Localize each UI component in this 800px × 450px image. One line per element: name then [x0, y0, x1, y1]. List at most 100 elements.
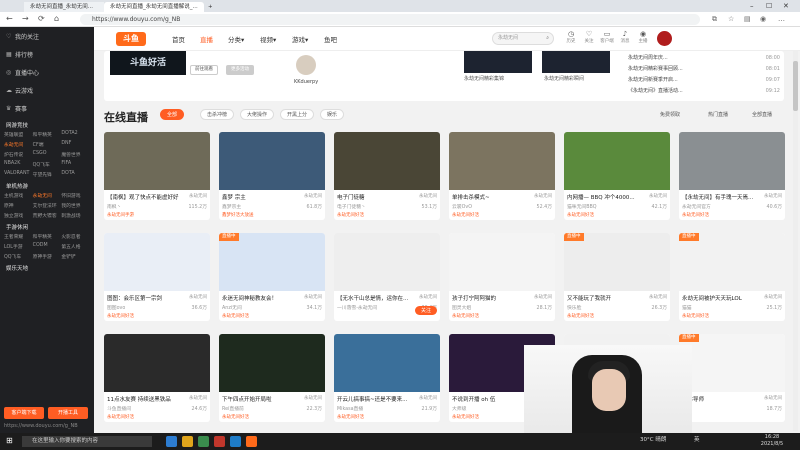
- live-thumbnail[interactable]: [334, 334, 440, 392]
- category-link[interactable]: 和平精英: [33, 233, 62, 240]
- category-link[interactable]: 魔兽世界: [61, 151, 90, 158]
- card-category[interactable]: 永劫无间: [764, 294, 782, 302]
- follow-button[interactable]: 关注: [414, 306, 437, 315]
- card-tag[interactable]: 永劫无间好活: [449, 311, 555, 319]
- live-card[interactable]: 开云儿搞事搞~还是不要来... 永劫无间 Mikasa直播 21.9万 永劫无间好活: [334, 334, 440, 422]
- category-link[interactable]: DNF: [61, 141, 90, 148]
- card-category[interactable]: 永劫无间: [764, 193, 782, 201]
- category-link[interactable]: 炉石传说: [4, 151, 33, 158]
- live-thumbnail[interactable]: [564, 132, 670, 190]
- category-link[interactable]: 刺激战场: [61, 212, 90, 219]
- card-category[interactable]: 永劫无间: [304, 395, 322, 403]
- card-tag[interactable]: 永劫无间好活: [104, 412, 210, 420]
- live-card[interactable]: 直播中三体导师永劫无间三体18.7万: [679, 334, 785, 422]
- category-link[interactable]: 原神手游: [33, 253, 62, 260]
- taskbar-app-icon[interactable]: [198, 436, 209, 447]
- category-link[interactable]: 荒野大镖客: [33, 212, 62, 219]
- category-link[interactable]: 守望先锋: [33, 171, 62, 178]
- live-thumbnail[interactable]: [219, 132, 325, 190]
- category-link[interactable]: 和平精英: [33, 131, 62, 138]
- anchor-name[interactable]: 电子门徒糖丶: [337, 203, 366, 210]
- category-link[interactable]: 火影忍者: [61, 233, 90, 240]
- category-link[interactable]: FIFA: [61, 161, 90, 168]
- douyu-logo[interactable]: 斗鱼: [116, 32, 146, 46]
- anchor-name[interactable]: 快乐脸: [567, 304, 581, 311]
- card-title[interactable]: 图图：会乐区第一宗剑: [107, 294, 162, 302]
- clock[interactable]: 16:28 2021/8/5: [752, 434, 792, 448]
- anchor-name[interactable]: Mikasa直播: [337, 405, 363, 412]
- live-card[interactable]: 直播中 又不能玩了我就开 永劫无间 快乐脸 26.3万 永劫无间好活: [564, 233, 670, 321]
- minimize-icon[interactable]: –: [750, 2, 754, 10]
- card-category[interactable]: 永劫无间: [764, 395, 782, 403]
- card-category[interactable]: 永劫无间: [304, 294, 322, 302]
- live-card[interactable]: 图图：会乐区第一宗剑 永劫无间 图图ovo 36.6万 永劫无间好活: [104, 233, 210, 321]
- windows-start-icon[interactable]: ⊞: [6, 436, 13, 445]
- category-link[interactable]: 原神: [4, 202, 33, 209]
- card-category[interactable]: 永劫无间: [304, 193, 322, 201]
- anchor-name[interactable]: 云裳OvO: [452, 203, 472, 210]
- live-card[interactable]: 下午四点开始开局啦 永劫无间 Rei直播前 22.3万 永劫无间好活: [219, 334, 325, 422]
- back-icon[interactable]: ←: [6, 14, 13, 23]
- live-thumbnail[interactable]: [104, 233, 210, 291]
- taskbar-app-icon[interactable]: [166, 436, 177, 447]
- sidebar-item-rank[interactable]: ▦ 排行榜: [0, 45, 94, 63]
- list-item[interactable]: 永劫无间周年庆... 08:00: [624, 53, 784, 64]
- live-thumbnail[interactable]: [104, 334, 210, 392]
- card-title[interactable]: 单排击杀模式~: [452, 193, 490, 201]
- card-title[interactable]: 永迷无间神秘教友会！: [222, 294, 277, 302]
- sidebar-item-follow[interactable]: ♡ 我的关注: [0, 27, 94, 45]
- card-title[interactable]: 下午四点开始开局啦: [222, 395, 272, 403]
- sidebar-item-esports[interactable]: ♛ 赛事: [0, 99, 94, 117]
- scroll-thumb[interactable]: [793, 61, 798, 111]
- page-scrollbar[interactable]: [793, 51, 798, 431]
- category-link[interactable]: NBA2K: [4, 161, 33, 168]
- collections-icon[interactable]: ▤: [744, 15, 751, 23]
- live-thumbnail[interactable]: 直播中: [219, 233, 325, 291]
- reload-icon[interactable]: ⟳: [38, 14, 45, 23]
- anchor-name[interactable]: 猫咪无间BBQ: [567, 203, 597, 210]
- anchor-name[interactable]: 永劫无间官方: [682, 203, 711, 210]
- card-tag[interactable]: 永劫无间手游: [104, 210, 210, 218]
- live-card[interactable]: 【南枫】观了快点不能虚好好 永劫无间 南枫丶 115.2万 永劫无间手游: [104, 132, 210, 220]
- filter-chip[interactable]: 娱乐: [320, 109, 345, 120]
- list-item[interactable]: 永劫无间新赛季开启... 09:07: [624, 75, 784, 86]
- nav-video[interactable]: 视频▾: [260, 34, 276, 44]
- card-tag[interactable]: 永劫无间好活: [334, 210, 440, 218]
- browser-tab-1[interactable]: 永劫无间直播_永劫无间...: [24, 2, 104, 12]
- nav-live[interactable]: 直播: [200, 34, 213, 44]
- card-title[interactable]: 11点水友赛 持续送黑铁品: [107, 395, 171, 403]
- category-link[interactable]: QQ飞车: [4, 253, 33, 260]
- anchor-name[interactable]: 大师级: [452, 405, 466, 412]
- list-item[interactable]: 《永劫无间》直播活动... 09:12: [624, 86, 784, 97]
- banner-more-button[interactable]: 更多活动: [226, 65, 254, 75]
- nav-game[interactable]: 游戏▾: [292, 34, 308, 44]
- anchor-name[interactable]: 图灵大姐: [452, 304, 471, 311]
- card-tag[interactable]: 鑫梦好活大放送: [219, 210, 325, 218]
- broadcast-tool-button[interactable]: 开播工具: [48, 407, 88, 419]
- category-link[interactable]: 独立游戏: [4, 212, 33, 219]
- live-card[interactable]: 孩子打宁阿阿猫的 永劫无间 图灵大姐 28.1万 永劫无间好活: [449, 233, 555, 321]
- live-card[interactable]: 【永劫无间】有手瑰一天焉... 永劫无间 永劫无间官方 40.6万 永劫无间好活: [679, 132, 785, 220]
- anchor-name[interactable]: 鑫梦宗主: [222, 203, 241, 210]
- card-category[interactable]: 永劫无间: [419, 193, 437, 201]
- taskbar-app-icon[interactable]: [230, 436, 241, 447]
- live-thumbnail[interactable]: [679, 132, 785, 190]
- maximize-icon[interactable]: ☐: [766, 2, 772, 10]
- card-tag[interactable]: 永劫无间好活: [679, 210, 785, 218]
- card-title[interactable]: 鑫梦 宗主: [222, 193, 246, 201]
- category-link[interactable]: 艾尔登法环: [33, 202, 62, 209]
- card-title[interactable]: 电子门徒糖: [337, 193, 365, 201]
- url-field[interactable]: https://www.douyu.com/g_NB: [80, 14, 700, 25]
- live-thumbnail[interactable]: [104, 132, 210, 190]
- anchor-name[interactable]: Anzi无间: [222, 304, 242, 311]
- category-link[interactable]: QQ飞车: [33, 161, 62, 168]
- live-card[interactable]: 电子门徒糖 永劫无间 电子门徒糖丶 53.1万 永劫无间好活: [334, 132, 440, 220]
- anchor-name[interactable]: 猫猫: [682, 304, 692, 311]
- card-title[interactable]: 【无水干山总是情，运你在...: [337, 294, 408, 302]
- live-card[interactable]: 内网播— BBQ 冲个4000... 永劫无间 猫咪无间BBQ 42.1万 永劫无间好活: [564, 132, 670, 220]
- card-tag[interactable]: 永劫无间好活: [679, 311, 785, 319]
- profile-icon[interactable]: ◉: [760, 15, 766, 23]
- card-title[interactable]: 内网播— BBQ 冲个4000...: [567, 193, 635, 201]
- banner-thumb[interactable]: [464, 51, 532, 73]
- taskbar-app-icon[interactable]: [182, 436, 193, 447]
